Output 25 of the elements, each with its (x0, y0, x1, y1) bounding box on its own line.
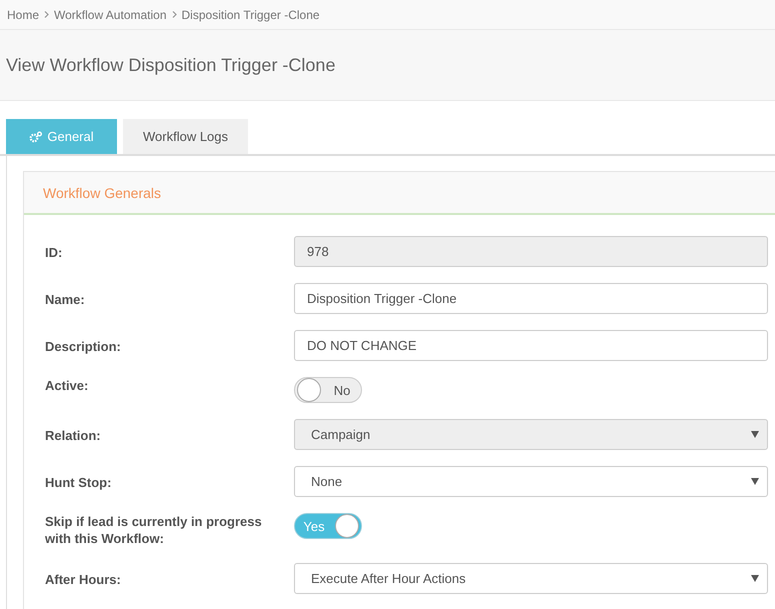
field-label: After Hours: (45, 571, 122, 588)
caret-icon (751, 478, 759, 485)
page-title: View Workflow Disposition Trigger -Clone (6, 54, 336, 76)
chevron-icon (172, 11, 177, 18)
gears-icon (29, 130, 42, 142)
chevron-icon (44, 11, 50, 18)
tab[interactable]: Workflow Logs (123, 119, 248, 154)
field-label: Hunt Stop: (45, 474, 112, 491)
dropdown[interactable]: None (294, 466, 768, 497)
toggle-switch[interactable]: No (294, 377, 362, 403)
field-label: Relation: (45, 427, 102, 444)
field-label: Active: (45, 377, 90, 394)
field-label: Name: (45, 291, 86, 308)
breadcrumb-link[interactable]: Workflow Automation (54, 8, 167, 22)
panel-title: Workflow Generals (43, 184, 162, 200)
field-label: ID: (45, 244, 64, 261)
field-label: Skip if lead is currently in progress with this Workflow: (45, 513, 263, 547)
text-field[interactable]: Disposition Trigger -Clone (294, 283, 768, 314)
breadcrumb-link[interactable]: Disposition Trigger -Clone (182, 8, 320, 22)
caret-icon (751, 575, 759, 582)
breadcrumb-link[interactable]: Home (7, 8, 40, 22)
field-label: Description: (45, 338, 122, 355)
text-field[interactable]: DO NOT CHANGE (294, 330, 768, 361)
caret-icon (751, 431, 759, 438)
dropdown[interactable]: Execute After Hour Actions (294, 563, 768, 594)
